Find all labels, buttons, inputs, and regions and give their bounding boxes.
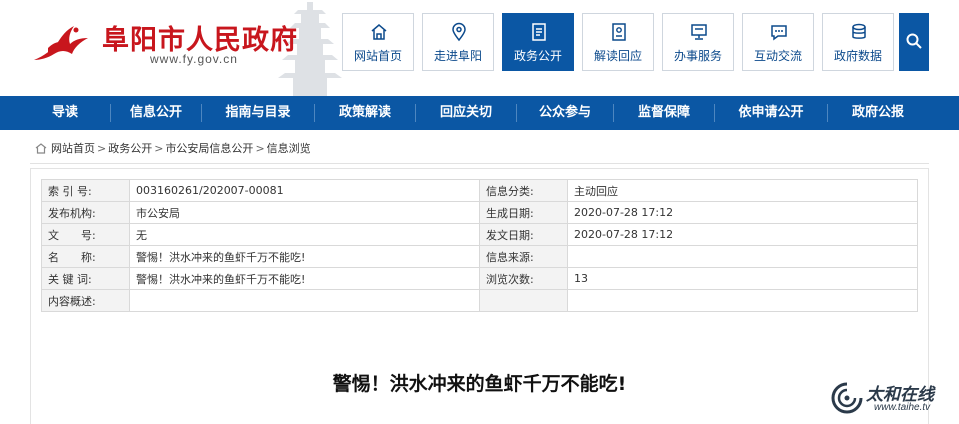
table-row: 名 称: 警惕！洪水冲来的鱼虾千万不能吃! 信息来源: bbox=[41, 245, 918, 268]
top-nav-services-button[interactable]: 办事服务 bbox=[662, 13, 734, 71]
meta-label: 信息分类: bbox=[479, 179, 568, 202]
meta-label: 索 引 号: bbox=[41, 179, 130, 202]
breadcrumb-divider bbox=[30, 163, 929, 164]
watermark-swirl-icon bbox=[831, 382, 863, 414]
meta-label: 发布机构: bbox=[41, 201, 130, 224]
main-nav-item-guide[interactable]: 导读 bbox=[20, 96, 110, 130]
monitor-icon bbox=[691, 24, 707, 40]
chat-bubble-icon bbox=[771, 25, 787, 41]
location-pin-icon bbox=[452, 22, 466, 42]
table-row: 发布机构: 市公安局 生成日期: 2020-07-28 17:12 bbox=[41, 201, 918, 224]
home-icon bbox=[371, 24, 387, 40]
meta-value: 13 bbox=[567, 267, 918, 290]
breadcrumb-separator: > bbox=[97, 142, 107, 155]
logo-emblem-icon bbox=[34, 26, 88, 60]
content-panel: 索 引 号: 003160261/202007-00081 信息分类: 主动回应… bbox=[30, 168, 929, 424]
page-root: 阜阳市人民政府 www.fy.gov.cn 网站首页 走进阜阳 政务公开 解读回… bbox=[0, 0, 959, 424]
site-logo[interactable]: 阜阳市人民政府 www.fy.gov.cn bbox=[30, 18, 300, 70]
breadcrumb-current: 信息浏览 bbox=[266, 142, 311, 155]
top-nav-label: 办事服务 bbox=[673, 49, 722, 63]
top-nav-label: 互动交流 bbox=[753, 49, 802, 63]
meta-label: 文 号: bbox=[41, 223, 130, 246]
meta-value: 003160261/202007-00081 bbox=[129, 179, 480, 202]
top-nav-data-button[interactable]: 政府数据 bbox=[822, 13, 894, 71]
meta-value: 警惕！洪水冲来的鱼虾千万不能吃! bbox=[129, 245, 480, 268]
watermark-url: www.taihe.tv bbox=[874, 402, 931, 413]
top-nav-gov-affairs-button[interactable]: 政务公开 bbox=[502, 13, 574, 71]
main-nav-item-concerns[interactable]: 回应关切 bbox=[416, 96, 516, 130]
breadcrumb-police-info[interactable]: 市公安局信息公开 bbox=[165, 142, 253, 155]
main-nav-item-catalog[interactable]: 指南与目录 bbox=[202, 96, 314, 130]
meta-label: 信息来源: bbox=[479, 245, 568, 268]
meta-label: 发文日期: bbox=[479, 223, 568, 246]
top-nav-home-button[interactable]: 网站首页 bbox=[342, 13, 414, 71]
home-icon bbox=[35, 143, 47, 154]
article-title: 警惕！洪水冲来的鱼虾千万不能吃! bbox=[332, 373, 627, 395]
top-nav-label: 政府数据 bbox=[833, 49, 882, 63]
meta-value: 2020-07-28 17:12 bbox=[567, 201, 918, 224]
meta-label bbox=[479, 289, 568, 312]
search-icon bbox=[906, 33, 922, 49]
top-nav-interaction-button[interactable]: 互动交流 bbox=[742, 13, 814, 71]
meta-label: 名 称: bbox=[41, 245, 130, 268]
table-row: 内容概述: bbox=[41, 289, 918, 312]
document-list-icon bbox=[532, 23, 546, 41]
top-nav-label: 解读回应 bbox=[593, 49, 642, 63]
search-button[interactable] bbox=[899, 13, 929, 71]
top-nav-label: 走进阜阳 bbox=[433, 49, 482, 63]
meta-label: 生成日期: bbox=[479, 201, 568, 224]
main-nav-item-application[interactable]: 依申请公开 bbox=[715, 96, 827, 130]
main-nav-item-supervision[interactable]: 监督保障 bbox=[614, 96, 714, 130]
meta-value: 无 bbox=[129, 223, 480, 246]
main-nav-item-participation[interactable]: 公众参与 bbox=[517, 96, 613, 130]
main-nav: 导读 信息公开 指南与目录 政策解读 回应关切 公众参与 监督保障 依申请公开 … bbox=[0, 96, 959, 130]
meta-value bbox=[129, 289, 480, 312]
meta-value: 警惕！洪水冲来的鱼虾千万不能吃! bbox=[129, 267, 480, 290]
main-nav-item-policy[interactable]: 政策解读 bbox=[315, 96, 415, 130]
top-nav-interpretation-button[interactable]: 解读回应 bbox=[582, 13, 654, 71]
meta-value: 2020-07-28 17:12 bbox=[567, 223, 918, 246]
id-card-icon bbox=[612, 23, 626, 41]
table-row: 文 号: 无 发文日期: 2020-07-28 17:12 bbox=[41, 223, 918, 246]
meta-label: 关 键 词: bbox=[41, 267, 130, 290]
site-header: 阜阳市人民政府 www.fy.gov.cn 网站首页 走进阜阳 政务公开 解读回… bbox=[0, 0, 959, 96]
breadcrumb-separator: > bbox=[255, 142, 265, 155]
meta-label: 内容概述: bbox=[41, 289, 130, 312]
main-nav-item-gazette[interactable]: 政府公报 bbox=[828, 96, 928, 130]
breadcrumb-separator: > bbox=[154, 142, 164, 155]
meta-label: 浏览次数: bbox=[479, 267, 568, 290]
table-row: 关 键 词: 警惕！洪水冲来的鱼虾千万不能吃! 浏览次数: 13 bbox=[41, 267, 918, 290]
breadcrumb-trail: 网站首页 > 政务公开 > 市公安局信息公开 > 信息浏览 bbox=[51, 141, 311, 157]
meta-value bbox=[567, 289, 918, 312]
site-url: www.fy.gov.cn bbox=[150, 52, 238, 66]
info-meta-table: 索 引 号: 003160261/202007-00081 信息分类: 主动回应… bbox=[41, 179, 918, 312]
watermark: 太和在线 www.taihe.tv bbox=[830, 378, 954, 418]
top-nav-label: 网站首页 bbox=[353, 49, 402, 63]
database-icon bbox=[852, 23, 866, 39]
breadcrumb-home[interactable]: 网站首页 bbox=[51, 142, 95, 155]
main-nav-item-info-disclosure[interactable]: 信息公开 bbox=[111, 96, 201, 130]
meta-value bbox=[567, 245, 918, 268]
meta-value: 市公安局 bbox=[129, 201, 480, 224]
breadcrumb-gov-affairs[interactable]: 政务公开 bbox=[108, 142, 152, 155]
top-nav-about-button[interactable]: 走进阜阳 bbox=[422, 13, 494, 71]
meta-value: 主动回应 bbox=[567, 179, 918, 202]
top-nav-label: 政务公开 bbox=[513, 49, 562, 63]
table-row: 索 引 号: 003160261/202007-00081 信息分类: 主动回应 bbox=[41, 179, 918, 202]
